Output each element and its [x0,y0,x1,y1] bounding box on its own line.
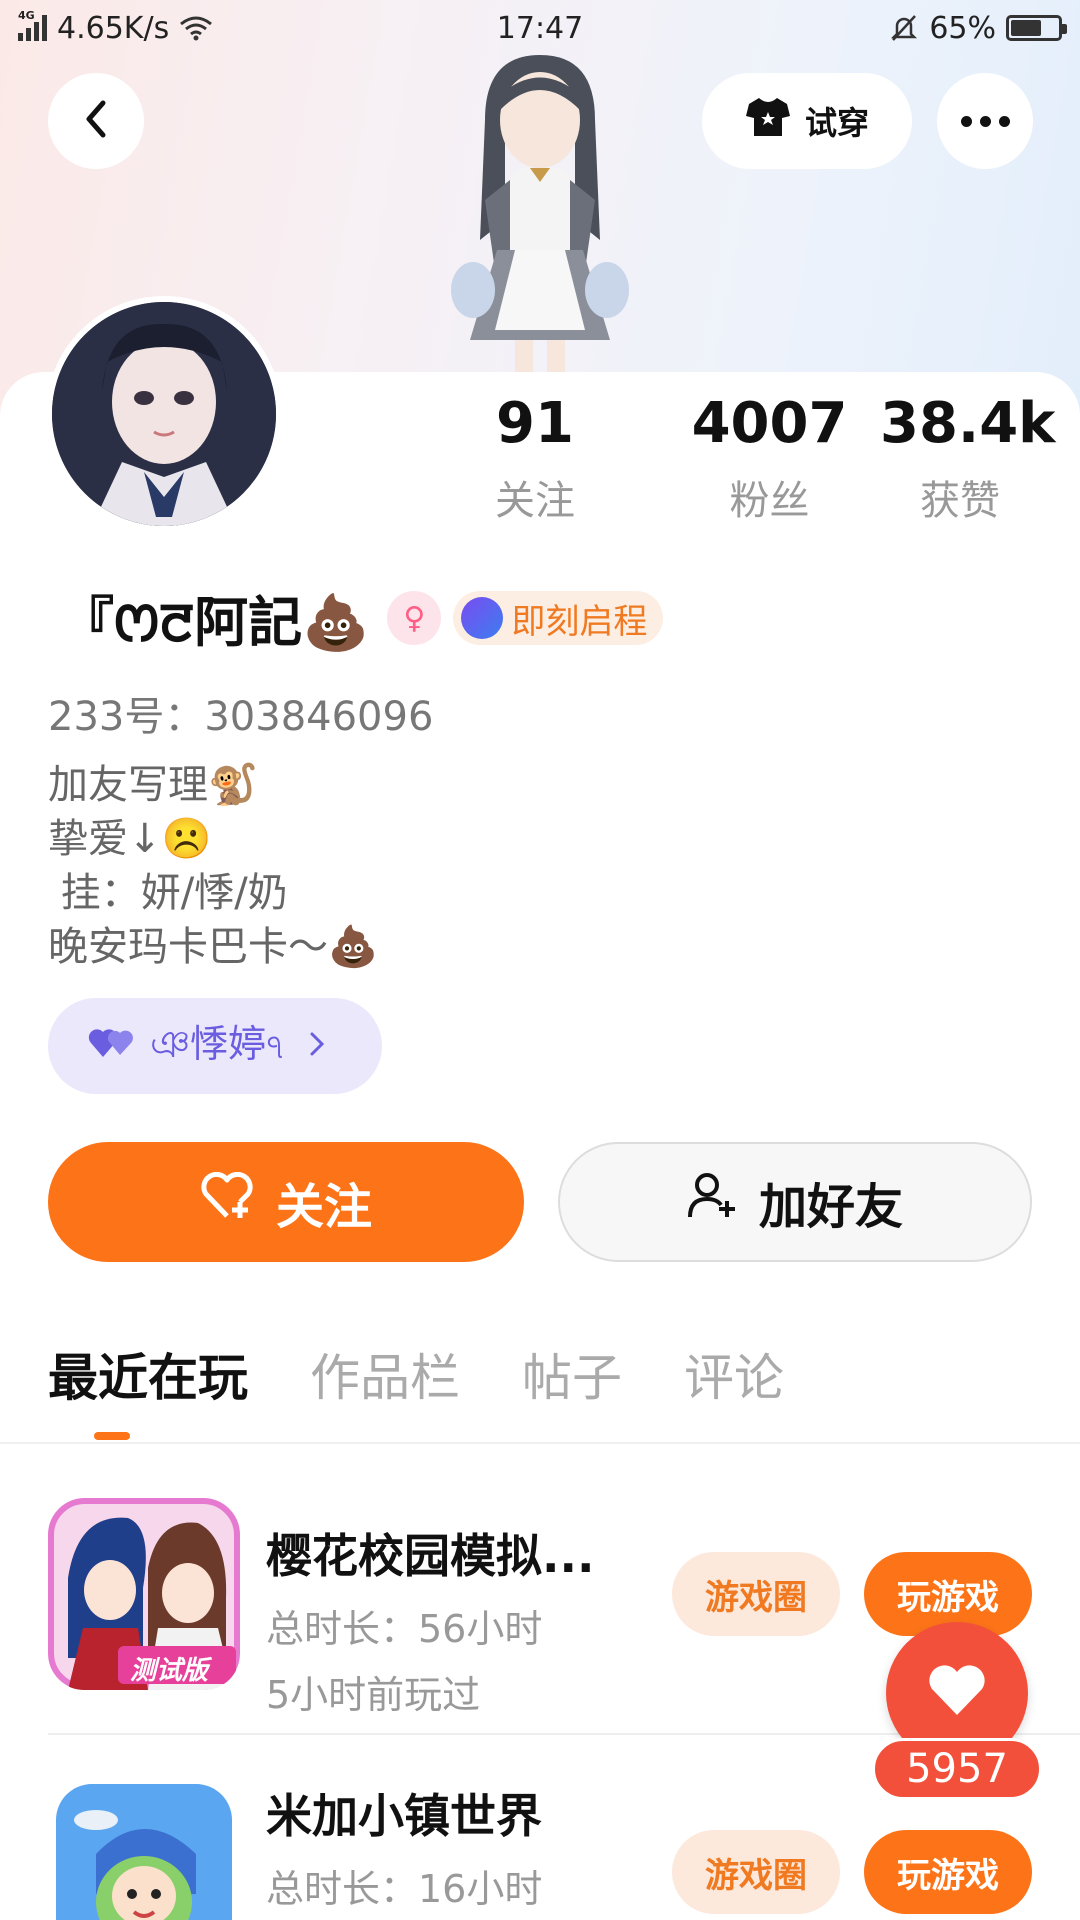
stat-following-value: 91 [496,391,574,456]
bio-line: 晚安玛卡巴卡～💩 [48,924,378,970]
bio-line: 加友写理🐒 [48,762,258,808]
cellular-signal-icon: 4G [18,9,47,41]
follow-button[interactable]: 关注 [48,1142,524,1262]
tab-posts[interactable]: 帖子 [522,1342,622,1414]
status-right: 65% [889,10,1067,46]
fan-club-button[interactable]: ঞ悸婷ঀ [48,998,382,1094]
tabs-divider [0,1442,1080,1444]
stat-fans[interactable]: 4007 粉丝 [662,392,877,526]
add-friend-button[interactable]: 加好友 [558,1142,1032,1262]
fan-club-label: ঞ悸婷ঀ [150,1022,284,1066]
stat-following-label: 关注 [495,478,575,524]
more-options-button[interactable] [937,73,1033,169]
bio-line: 挚爱↓☹️ [48,816,212,862]
user-bio: 加友写理🐒 挚爱↓☹️ 挂：妍/悸/奶 晚安玛卡巴卡～💩 [48,758,378,974]
heart-plus-icon [200,1171,254,1232]
stat-fans-label: 粉丝 [729,478,810,524]
game-icon-miga-town[interactable] [56,1784,232,1920]
game-circle-button[interactable]: 游戏圈 [672,1552,840,1636]
tshirt-icon [745,96,791,146]
tab-recently-played[interactable]: 最近在玩 [48,1342,248,1414]
network-speed: 4.65K/s [57,10,170,46]
user-id: 233号：303846096 [48,694,434,740]
stat-following[interactable]: 91 关注 [470,392,600,526]
battery-percent: 65% [929,10,996,46]
play-game-button[interactable]: 玩游戏 [864,1830,1032,1914]
user-avatar[interactable] [46,296,282,532]
heart-icon [926,1663,988,1723]
double-heart-icon [88,1024,136,1068]
stat-fans-value: 4007 [691,391,848,456]
game-last-played: 5小时前玩过 [266,1673,481,1717]
game-play-duration: 总时长：56小时 [266,1607,543,1651]
battery-icon [1006,15,1067,41]
more-dot-icon [960,115,972,127]
status-bar: 4G 4.65K/s 17:47 65% [0,0,1080,56]
profile-stats: 91 关注 4007 粉丝 38.4k 获赞 [470,391,1056,526]
more-dot-icon [998,115,1010,127]
add-friend-label: 加好友 [758,1179,903,1235]
mute-bell-icon [889,13,919,43]
name-row: 『ꯁꯂ阿記💩 ♀ 即刻启程 [60,578,664,658]
try-on-label: 试穿 [804,104,869,142]
bio-line: 挂：妍/悸/奶 [48,870,288,916]
game-icon-sakura-school[interactable]: 测试版 [48,1498,240,1690]
game-circle-button[interactable]: 游戏圈 [672,1830,840,1914]
title-badge[interactable]: 即刻启程 [453,591,664,645]
chevron-right-icon [309,1026,325,1066]
game-icon-badge: 测试版 [130,1656,209,1686]
avatar-character-illustration [425,50,655,380]
stat-likes-value: 38.4k [880,391,1056,456]
user-name: 『ꯁꯂ阿記💩 [60,590,370,654]
title-badge-icon [461,597,504,639]
like-count-badge: 5957 [872,1738,1042,1800]
game-title: 米加小镇世界 [266,1789,542,1843]
title-badge-label: 即刻启程 [511,601,648,642]
stat-likes-label: 获赞 [920,478,1000,524]
female-gender-icon: ♀ [387,591,442,645]
back-button[interactable] [48,73,144,169]
network-type: 4G [18,9,35,22]
add-user-icon [687,1171,737,1233]
wifi-icon [179,15,213,41]
tab-comments[interactable]: 评论 [684,1342,784,1414]
status-left: 4G 4.65K/s [18,9,213,46]
profile-tabs: 最近在玩 作品栏 帖子 评论 [48,1342,784,1414]
stat-likes[interactable]: 38.4k 获赞 [880,391,1056,526]
game-play-duration: 总时长：16小时 [266,1867,543,1911]
battery-fill [1011,20,1041,36]
chevron-left-icon [81,99,111,143]
try-on-button[interactable]: 试穿 [702,73,912,169]
tab-works[interactable]: 作品栏 [310,1342,460,1414]
game-title: 樱花校园模拟... [266,1529,595,1583]
active-tab-indicator [94,1432,130,1440]
more-dot-icon [979,115,991,127]
follow-label: 关注 [275,1179,372,1235]
